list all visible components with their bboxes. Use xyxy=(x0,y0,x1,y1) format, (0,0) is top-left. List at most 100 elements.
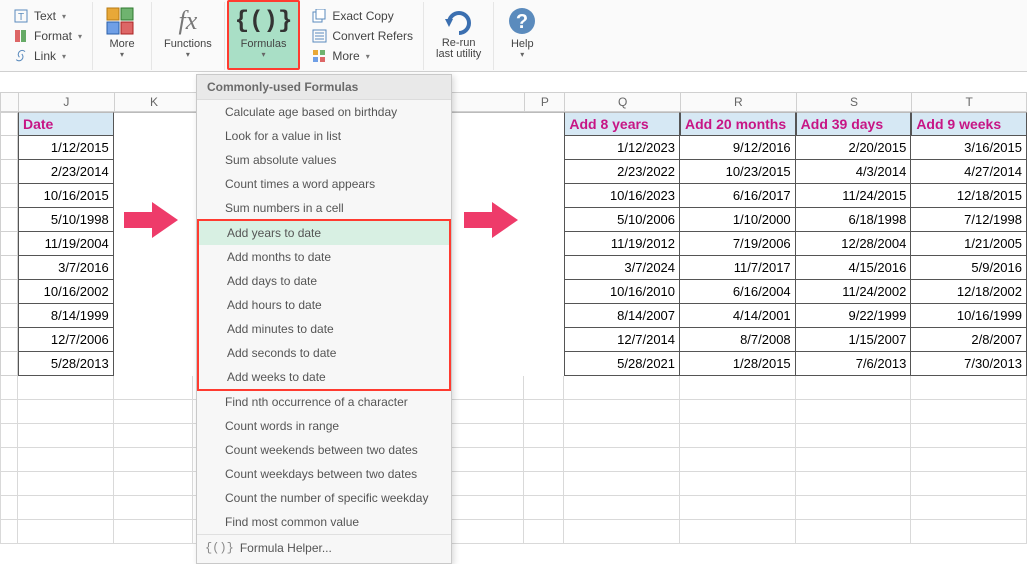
cell[interactable] xyxy=(114,160,194,184)
empty-cell[interactable] xyxy=(796,496,912,520)
cell[interactable]: 12/7/2006 xyxy=(18,328,114,352)
cell[interactable]: 2/23/2022 xyxy=(564,160,680,184)
empty-cell[interactable] xyxy=(911,472,1027,496)
cell[interactable]: 8/7/2008 xyxy=(680,328,796,352)
cell[interactable]: 1/21/2005 xyxy=(911,232,1027,256)
cell[interactable]: 5/28/2021 xyxy=(564,352,680,376)
empty-cell[interactable] xyxy=(564,448,680,472)
empty-cell[interactable] xyxy=(680,472,796,496)
empty-cell[interactable] xyxy=(524,424,564,448)
formula-helper-item[interactable]: {()} Formula Helper... xyxy=(197,534,451,563)
empty-cell[interactable] xyxy=(114,448,194,472)
empty-cell[interactable] xyxy=(911,400,1027,424)
cell[interactable]: 5/28/2013 xyxy=(18,352,114,376)
cell[interactable]: 2/23/2014 xyxy=(18,160,114,184)
row-header[interactable] xyxy=(0,160,18,184)
empty-cell[interactable] xyxy=(796,424,912,448)
functions-button[interactable]: fx Functions ▾ xyxy=(158,2,218,68)
col-header-j[interactable]: J xyxy=(18,92,114,112)
cell[interactable]: 11/19/2004 xyxy=(18,232,114,256)
cell[interactable] xyxy=(114,304,194,328)
menu-item[interactable]: Add seconds to date xyxy=(199,341,449,365)
empty-cell[interactable] xyxy=(524,496,564,520)
cell[interactable]: 7/6/2013 xyxy=(796,352,912,376)
row-header[interactable] xyxy=(0,136,18,160)
cell[interactable]: 10/16/1999 xyxy=(911,304,1027,328)
cell[interactable] xyxy=(524,280,564,304)
menu-item[interactable]: Calculate age based on birthday xyxy=(197,100,451,124)
cell[interactable] xyxy=(524,328,564,352)
cell[interactable]: Add 8 years xyxy=(564,112,680,136)
row-header[interactable] xyxy=(0,184,18,208)
empty-cell[interactable] xyxy=(114,520,194,544)
rerun-button[interactable]: Re-run last utility xyxy=(430,2,487,68)
cell[interactable]: 3/7/2024 xyxy=(564,256,680,280)
empty-cell[interactable] xyxy=(0,400,18,424)
cell[interactable]: 1/28/2015 xyxy=(680,352,796,376)
empty-cell[interactable] xyxy=(114,400,194,424)
convert-refers-button[interactable]: Convert Refers xyxy=(308,27,417,45)
cell[interactable]: 2/8/2007 xyxy=(911,328,1027,352)
empty-cell[interactable] xyxy=(0,520,18,544)
cell[interactable]: 8/14/2007 xyxy=(564,304,680,328)
cell[interactable]: 10/16/2015 xyxy=(18,184,114,208)
cell[interactable]: 10/16/2002 xyxy=(18,280,114,304)
cell[interactable]: Add 20 months xyxy=(680,112,796,136)
row-header[interactable] xyxy=(0,280,18,304)
cell[interactable]: 12/7/2014 xyxy=(564,328,680,352)
empty-cell[interactable] xyxy=(18,376,114,400)
cell[interactable]: 9/12/2016 xyxy=(680,136,796,160)
cell[interactable]: 6/16/2004 xyxy=(680,280,796,304)
cell[interactable]: 12/18/2002 xyxy=(911,280,1027,304)
cell[interactable] xyxy=(114,280,194,304)
cell[interactable] xyxy=(114,136,194,160)
menu-item[interactable]: Sum absolute values xyxy=(197,148,451,172)
cell[interactable]: 1/12/2015 xyxy=(18,136,114,160)
menu-item[interactable]: Count the number of specific weekday xyxy=(197,486,451,510)
empty-cell[interactable] xyxy=(796,400,912,424)
row-header[interactable] xyxy=(0,208,18,232)
empty-cell[interactable] xyxy=(114,472,194,496)
empty-cell[interactable] xyxy=(796,376,912,400)
empty-cell[interactable] xyxy=(680,448,796,472)
more1-button[interactable]: More ▾ xyxy=(99,2,145,68)
empty-cell[interactable] xyxy=(524,472,564,496)
cell[interactable]: 8/14/1999 xyxy=(18,304,114,328)
cell[interactable]: 7/19/2006 xyxy=(680,232,796,256)
empty-cell[interactable] xyxy=(911,448,1027,472)
cell[interactable] xyxy=(524,184,564,208)
cell[interactable] xyxy=(114,112,194,136)
cell[interactable]: Add 39 days xyxy=(796,112,912,136)
link-button[interactable]: Link ▾ xyxy=(10,47,86,65)
menu-item[interactable]: Add years to date xyxy=(199,221,449,245)
empty-cell[interactable] xyxy=(524,448,564,472)
empty-cell[interactable] xyxy=(524,400,564,424)
format-button[interactable]: Format ▾ xyxy=(10,27,86,45)
cell[interactable]: 4/27/2014 xyxy=(911,160,1027,184)
menu-item[interactable]: Add months to date xyxy=(199,245,449,269)
cell[interactable]: Date xyxy=(18,112,114,136)
empty-cell[interactable] xyxy=(796,472,912,496)
empty-cell[interactable] xyxy=(18,424,114,448)
menu-item[interactable]: Count times a word appears xyxy=(197,172,451,196)
cell[interactable]: 3/7/2016 xyxy=(18,256,114,280)
empty-cell[interactable] xyxy=(911,376,1027,400)
cell[interactable]: 10/23/2015 xyxy=(680,160,796,184)
empty-cell[interactable] xyxy=(524,520,564,544)
cell[interactable] xyxy=(524,160,564,184)
menu-item[interactable]: Add days to date xyxy=(199,269,449,293)
cell[interactable]: 1/15/2007 xyxy=(796,328,912,352)
empty-cell[interactable] xyxy=(18,472,114,496)
empty-cell[interactable] xyxy=(0,496,18,520)
empty-cell[interactable] xyxy=(18,520,114,544)
menu-item[interactable]: Find most common value xyxy=(197,510,451,534)
cell[interactable] xyxy=(524,112,564,136)
menu-item[interactable]: Add minutes to date xyxy=(199,317,449,341)
cell[interactable] xyxy=(114,256,194,280)
empty-cell[interactable] xyxy=(680,400,796,424)
menu-item[interactable]: Add weeks to date xyxy=(199,365,449,389)
cell[interactable]: 4/15/2016 xyxy=(796,256,912,280)
col-header-q[interactable]: Q xyxy=(564,92,680,112)
cell[interactable] xyxy=(114,328,194,352)
cell[interactable] xyxy=(524,136,564,160)
